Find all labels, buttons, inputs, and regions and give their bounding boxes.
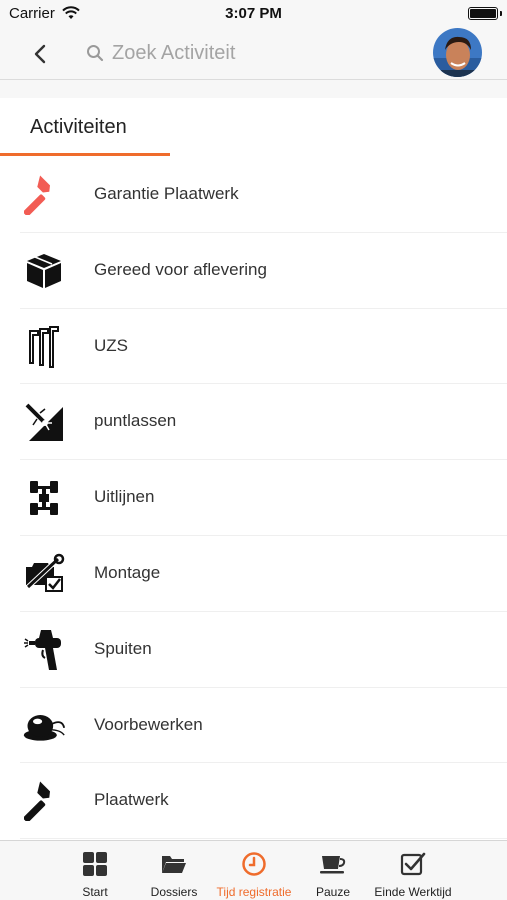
section-header: Activiteiten xyxy=(0,98,507,157)
activity-label: Gereed voor aflevering xyxy=(94,259,267,279)
tab-bar: Start Dossiers Tijd registratie Pauze Ei… xyxy=(0,840,507,900)
activity-label: Spuiten xyxy=(94,638,152,658)
tab-label: Tijd registratie xyxy=(216,885,292,899)
activity-label: Uitlijnen xyxy=(94,487,155,507)
clock-icon xyxy=(242,852,266,876)
folder-icon xyxy=(162,856,186,873)
activity-list: Garantie Plaatwerk Gereed voor afleverin… xyxy=(0,157,507,839)
activity-label: UZS xyxy=(94,335,128,355)
avatar[interactable] xyxy=(433,28,482,77)
box-icon xyxy=(22,249,66,293)
back-button[interactable] xyxy=(26,40,54,68)
tab-start[interactable]: Start xyxy=(54,841,136,900)
hammer-icon xyxy=(22,779,66,823)
activity-row-spuiten[interactable]: Spuiten xyxy=(0,612,507,688)
hex-keys-icon xyxy=(22,325,66,369)
user-photo-icon xyxy=(433,28,482,77)
battery-tip xyxy=(500,11,502,16)
activity-label: Voorbewerken xyxy=(94,714,203,734)
status-time: 3:07 PM xyxy=(225,5,282,22)
tab-dossiers[interactable]: Dossiers xyxy=(134,841,214,900)
coffee-cup-icon xyxy=(320,856,346,874)
grid-icon xyxy=(83,852,107,876)
tab-label: Einde Werktijd xyxy=(374,885,452,899)
tab-tijd-registratie[interactable]: Tijd registratie xyxy=(212,841,296,900)
nav-bar xyxy=(0,28,507,80)
activity-row-plaatwerk[interactable]: Plaatwerk xyxy=(0,763,507,839)
engine-wrench-icon xyxy=(22,552,66,596)
hammer-icon xyxy=(22,173,66,217)
activity-row-montage[interactable]: Montage xyxy=(0,536,507,612)
spot-welding-icon xyxy=(22,400,66,444)
activity-row-voorbewerken[interactable]: Voorbewerken xyxy=(0,688,507,764)
activity-label: Garantie Plaatwerk xyxy=(94,184,239,203)
sander-icon xyxy=(22,704,66,748)
activity-label: Plaatwerk xyxy=(94,790,169,810)
activity-label: puntlassen xyxy=(94,411,177,431)
activity-row-uzs[interactable]: UZS xyxy=(0,309,507,385)
activity-row-uitlijnen[interactable]: Uitlijnen xyxy=(0,460,507,536)
status-bar: Carrier 3:07 PM xyxy=(0,0,507,28)
tab-pauze[interactable]: Pauze xyxy=(294,841,372,900)
tab-label: Start xyxy=(82,885,108,899)
spray-gun-icon xyxy=(22,628,66,672)
tab-label: Pauze xyxy=(315,885,351,899)
tab-label: Dossiers xyxy=(150,885,198,899)
activity-row-gereed-voor-aflevering[interactable]: Gereed voor aflevering xyxy=(0,233,507,309)
activity-panel: Activiteiten Garantie Plaatwerk Gereed v… xyxy=(0,98,507,840)
chevron-left-icon xyxy=(34,44,46,64)
tab-einde-werktijd[interactable]: Einde Werktijd xyxy=(370,841,456,900)
activity-row-puntlassen[interactable]: puntlassen xyxy=(0,384,507,460)
search-icon xyxy=(87,45,104,62)
section-title: Activiteiten xyxy=(30,116,127,138)
section-underline xyxy=(0,153,170,156)
search-bar[interactable] xyxy=(86,38,386,68)
checkbox-icon xyxy=(400,852,426,876)
battery-icon xyxy=(468,7,498,20)
activity-row-garantie-plaatwerk[interactable]: Garantie Plaatwerk xyxy=(0,157,507,233)
wheel-alignment-icon xyxy=(22,476,66,520)
search-input[interactable] xyxy=(112,41,372,65)
activity-label: Montage xyxy=(94,562,161,582)
